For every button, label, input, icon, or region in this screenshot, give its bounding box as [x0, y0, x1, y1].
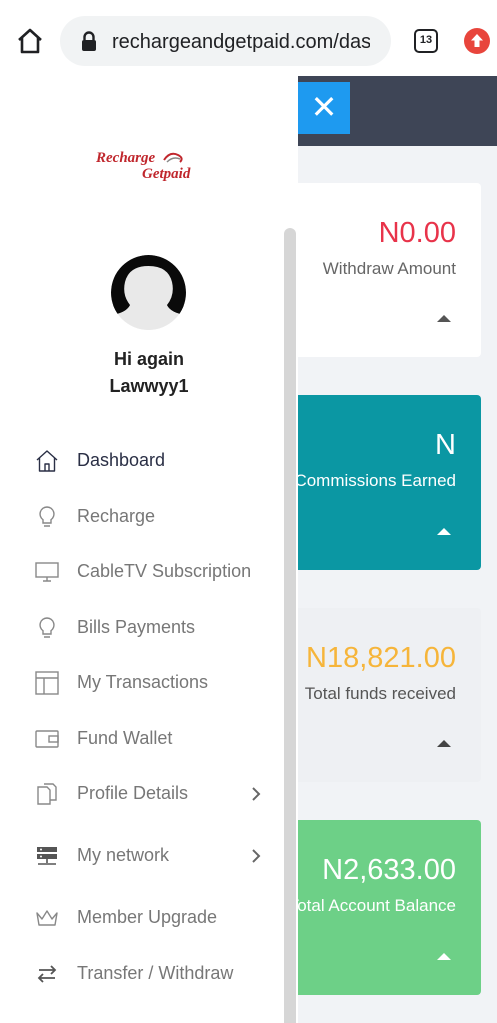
card-amount: N2,633.00: [322, 854, 456, 886]
chevron-right-icon: [252, 787, 261, 801]
browser-toolbar: rechargeandgetpaid.com/dash 13: [0, 0, 497, 76]
caret-up-icon[interactable]: [437, 953, 451, 960]
brand-logo[interactable]: Recharge Getpaid: [96, 150, 206, 186]
sidebar-item-profile-details[interactable]: Profile Details: [0, 767, 284, 823]
lightbulb-icon: [39, 617, 55, 638]
card-amount: N0.00: [378, 217, 456, 249]
caret-up-icon[interactable]: [437, 528, 451, 535]
card-amount: N18,821.00: [306, 642, 456, 674]
side-drawer: Recharge Getpaid Hi again Lawwyy1 Dashbo…: [0, 76, 298, 1023]
commissions-earned-card[interactable]: N Commissions Earned: [298, 395, 481, 570]
transfer-icon: [37, 965, 57, 983]
drawer-scrollbar[interactable]: [284, 228, 296, 1023]
sidebar-item-label: Fund Wallet: [77, 728, 173, 748]
lightbulb-icon: [39, 506, 55, 527]
greeting-text: Hi again: [113, 349, 184, 369]
sidebar-item-fund-wallet[interactable]: Fund Wallet: [0, 712, 284, 768]
server-icon: [37, 847, 57, 865]
sidebar-item-label: My network: [77, 845, 170, 865]
card-label: Total Account Balance: [298, 896, 456, 915]
sidebar-item-label: CableTV Subscription: [77, 561, 252, 581]
card-amount: N: [435, 429, 456, 461]
tab-switcher-button[interactable]: 13: [414, 29, 438, 53]
close-menu-button[interactable]: ✕: [298, 82, 350, 134]
home-icon[interactable]: [14, 25, 46, 57]
sidebar-item-transfer-withdraw[interactable]: Transfer / Withdraw: [0, 947, 284, 1003]
sidebar-item-dashboard[interactable]: Dashboard: [0, 434, 284, 490]
crown-icon: [36, 910, 58, 926]
withdraw-amount-card[interactable]: N0.00 Withdraw Amount: [298, 183, 481, 357]
logo-text-line1: Recharge: [96, 150, 156, 166]
layout-icon: [35, 671, 59, 695]
lock-icon: [82, 31, 96, 51]
home-icon: [36, 450, 58, 472]
documents-icon: [37, 783, 57, 805]
sidebar-item-label: Transfer / Withdraw: [77, 963, 234, 983]
wallet-icon: [35, 730, 59, 748]
url-text[interactable]: rechargeandgetpaid.com/dash: [112, 30, 370, 54]
sidebar-item-recharge[interactable]: Recharge: [0, 490, 284, 546]
sidebar-item-cabletv[interactable]: CableTV Subscription: [0, 545, 284, 601]
caret-up-icon[interactable]: [437, 315, 451, 322]
sidebar-item-member-upgrade[interactable]: Member Upgrade: [0, 891, 284, 947]
logo-swirl-icon: [163, 152, 183, 163]
card-label: Commissions Earned: [298, 471, 456, 490]
user-greeting: Hi again Lawwyy1: [0, 346, 298, 400]
username: Lawwyy1: [109, 376, 189, 396]
account-balance-card[interactable]: N2,633.00 Total Account Balance: [298, 820, 481, 995]
sidebar-item-bills-payments[interactable]: Bills Payments: [0, 601, 284, 657]
logo-text-line2: Getpaid: [142, 166, 191, 182]
card-label: Withdraw Amount: [322, 259, 456, 278]
sidebar-item-my-network[interactable]: My network: [0, 829, 284, 885]
sidebar-item-label: Member Upgrade: [77, 907, 218, 927]
caret-up-icon[interactable]: [437, 740, 451, 747]
avatar[interactable]: [111, 255, 186, 330]
sidebar-item-label: Dashboard: [77, 450, 166, 470]
chevron-right-icon: [252, 849, 261, 863]
total-funds-card[interactable]: N18,821.00 Total funds received: [298, 608, 481, 782]
sidebar-item-my-transactions[interactable]: My Transactions: [0, 656, 284, 712]
update-icon[interactable]: [464, 28, 490, 54]
card-label: Total funds received: [304, 684, 456, 703]
monitor-icon: [35, 562, 59, 582]
sidebar-item-label: My Transactions: [77, 672, 209, 692]
sidebar-item-label: Bills Payments: [77, 617, 196, 637]
sidebar-item-label: Profile Details: [77, 783, 189, 803]
sidebar-item-label: Recharge: [77, 506, 156, 526]
